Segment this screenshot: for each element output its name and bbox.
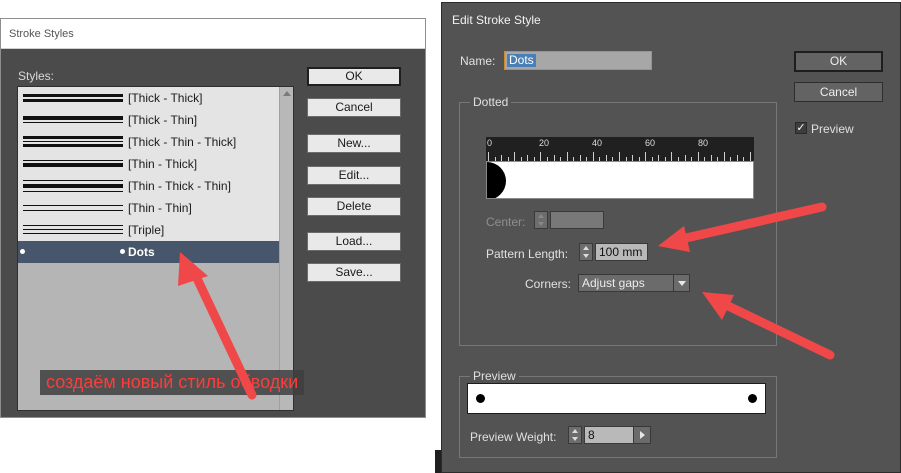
edit-stroke-style-dialog: Edit Stroke Style Name: Dots Dotted 0 20… <box>441 2 901 473</box>
pattern-dot-icon[interactable] <box>487 162 506 198</box>
stroke-swatch <box>23 180 123 181</box>
dot-swatch-icon <box>120 249 125 254</box>
ruler-label: 20 <box>539 138 550 148</box>
preview-weight-stepper[interactable] <box>568 426 582 444</box>
scroll-up-icon[interactable] <box>283 91 291 96</box>
style-item-label: [Thin - Thin] <box>128 201 192 215</box>
style-item-thick-thick[interactable]: [Thick - Thick] <box>18 87 279 109</box>
stroke-swatch <box>23 160 123 161</box>
pattern-length-stepper[interactable] <box>579 243 593 261</box>
style-item-thick-thin-thick[interactable]: [Thick - Thin - Thick] <box>18 131 279 153</box>
styles-label: Styles: <box>18 69 55 83</box>
stroke-swatch <box>23 122 123 123</box>
stroke-swatch <box>23 184 123 188</box>
preview-group-title: Preview <box>470 369 519 383</box>
new-button[interactable]: New... <box>307 134 401 153</box>
style-item-label: [Thick - Thin] <box>128 113 198 127</box>
ruler-label: 40 <box>592 138 603 148</box>
ruler-tick <box>724 152 725 161</box>
stroke-preview <box>467 383 766 414</box>
preview-checkbox[interactable]: ✓ <box>795 122 807 134</box>
stroke-swatch <box>23 136 123 139</box>
ruler-tick <box>619 152 620 161</box>
preview-weight-label: Preview Weight: <box>470 430 557 444</box>
pattern-ruler[interactable]: 0 20 40 60 80 <box>486 137 754 161</box>
stroke-swatch <box>23 144 123 147</box>
ruler-label: 0 <box>487 138 493 148</box>
style-item-thin-thick[interactable]: [Thin - Thick] <box>18 153 279 175</box>
dialog-title: Edit Stroke Style <box>452 13 541 27</box>
ruler-tick <box>645 152 646 161</box>
dialog-title: Stroke Styles <box>9 28 74 40</box>
preview-checkbox-label: Preview <box>811 122 854 136</box>
ok-button[interactable]: OK <box>307 67 401 86</box>
cancel-button[interactable]: Cancel <box>794 82 883 102</box>
stroke-styles-titlebar: Stroke Styles <box>1 19 425 49</box>
edit-button[interactable]: Edit... <box>307 166 401 185</box>
name-label: Name: <box>460 54 496 68</box>
corners-label: Corners: <box>525 277 572 291</box>
center-label: Center: <box>486 215 526 229</box>
ruler-tick <box>488 152 489 161</box>
style-item-label: [Triple] <box>128 223 165 237</box>
name-input-value: Dots <box>507 53 536 67</box>
stroke-swatch <box>23 141 123 142</box>
corners-dropdown[interactable]: Adjust gaps <box>578 274 690 292</box>
style-item-label: [Thin - Thick - Thin] <box>128 179 231 193</box>
stroke-swatch <box>23 99 123 102</box>
stroke-swatch <box>23 233 123 234</box>
dotted-group-title: Dotted <box>470 95 512 109</box>
stroke-swatch <box>23 94 123 97</box>
preview-dot-icon <box>476 394 485 403</box>
preview-dot-icon <box>748 394 757 403</box>
stroke-swatch <box>23 163 123 167</box>
chevron-right-icon[interactable] <box>634 427 650 443</box>
ruler-tick <box>514 152 515 161</box>
stroke-swatch <box>23 191 123 192</box>
center-field <box>550 211 604 229</box>
stroke-swatch <box>23 210 123 211</box>
style-item-thin-thick-thin[interactable]: [Thin - Thick - Thin] <box>18 175 279 197</box>
style-item-label: [Thick - Thick] <box>128 91 203 105</box>
stroke-swatch <box>23 225 123 226</box>
stroke-swatch <box>23 205 123 206</box>
style-item-triple[interactable]: [Triple] <box>18 219 279 241</box>
stroke-swatch <box>23 229 123 230</box>
style-item-label: [Thick - Thin - Thick] <box>128 135 237 149</box>
style-item-thin-thin[interactable]: [Thin - Thin] <box>18 197 279 219</box>
cancel-button[interactable]: Cancel <box>307 98 401 117</box>
pattern-preview[interactable] <box>486 161 754 199</box>
ruler-label: 80 <box>698 138 709 148</box>
styles-list[interactable]: [Thick - Thick] [Thick - Thin] [Thick - … <box>17 86 294 411</box>
ruler-tick <box>593 152 594 161</box>
save-button[interactable]: Save... <box>307 263 401 282</box>
ruler-tick <box>671 152 672 161</box>
dot-swatch-icon <box>20 249 25 254</box>
styles-scrollbar[interactable] <box>279 87 293 410</box>
pattern-length-field[interactable]: 100 mm <box>595 243 648 261</box>
preview-weight-field[interactable]: 8 <box>584 426 634 444</box>
stroke-styles-dialog: Stroke Styles Styles: [Thick - Thick] [T… <box>0 18 426 418</box>
style-item-label: Dots <box>128 245 155 259</box>
ruler-tick <box>750 152 751 161</box>
name-input[interactable]: Dots <box>504 51 652 70</box>
preview-weight-menu[interactable] <box>633 426 651 444</box>
ruler-tick <box>540 152 541 161</box>
ok-button[interactable]: OK <box>794 51 883 72</box>
style-item-dots[interactable]: Dots <box>18 241 279 263</box>
style-item-thick-thin[interactable]: [Thick - Thin] <box>18 109 279 131</box>
ruler-label: 60 <box>645 138 656 148</box>
chevron-down-icon[interactable] <box>673 275 689 291</box>
styles-rows: [Thick - Thick] [Thick - Thin] [Thick - … <box>18 87 279 263</box>
ruler-tick <box>567 152 568 161</box>
annotation-caption: создаём новый стиль обводки <box>40 370 305 395</box>
ruler-tick <box>698 152 699 161</box>
corners-value: Adjust gaps <box>582 276 645 290</box>
stroke-swatch <box>23 116 123 120</box>
pattern-length-label: Pattern Length: <box>486 247 569 261</box>
center-stepper <box>534 211 548 229</box>
style-item-label: [Thin - Thick] <box>128 157 198 171</box>
delete-button[interactable]: Delete <box>307 197 401 216</box>
load-button[interactable]: Load... <box>307 232 401 251</box>
